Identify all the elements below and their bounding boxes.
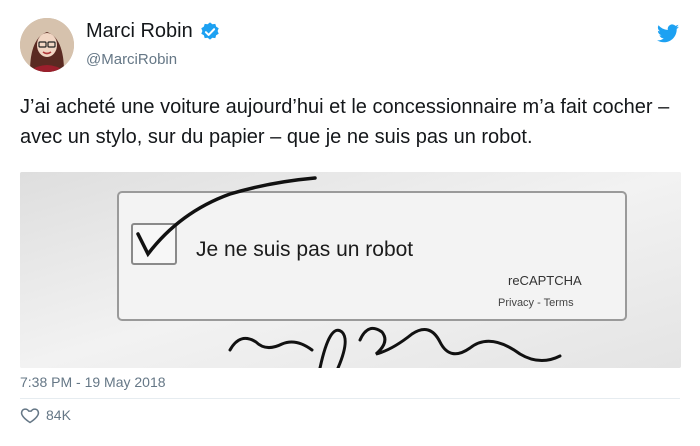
avatar-image	[20, 18, 74, 72]
like-count: 84K	[46, 407, 71, 423]
recaptcha-links: Privacy - Terms	[498, 297, 574, 309]
tweet-photo[interactable]: Je ne suis pas un robot reCAPTCHA Privac…	[20, 172, 681, 368]
avatar[interactable]	[20, 18, 74, 72]
tweet-card: Marci Robin @MarciRobin J’ai acheté une …	[0, 0, 700, 446]
author-name-label[interactable]: Marci Robin	[86, 20, 193, 43]
recaptcha-brand: reCAPTCHA	[508, 273, 582, 288]
captcha-label: Je ne suis pas un robot	[196, 238, 413, 261]
author-name[interactable]: Marci Robin	[86, 20, 221, 43]
verified-badge-icon	[199, 21, 221, 43]
tweet-timestamp[interactable]: 7:38 PM - 19 May 2018	[20, 374, 166, 390]
like-action[interactable]: 84K	[20, 405, 71, 425]
tweet-text: J’ai acheté une voiture aujourd’hui et l…	[20, 96, 670, 148]
twitter-bird-icon[interactable]	[656, 22, 680, 46]
captcha-paper-photo: Je ne suis pas un robot reCAPTCHA Privac…	[20, 172, 681, 368]
author-handle[interactable]: @MarciRobin	[86, 51, 177, 68]
heart-icon[interactable]	[20, 405, 40, 425]
divider	[20, 398, 680, 399]
